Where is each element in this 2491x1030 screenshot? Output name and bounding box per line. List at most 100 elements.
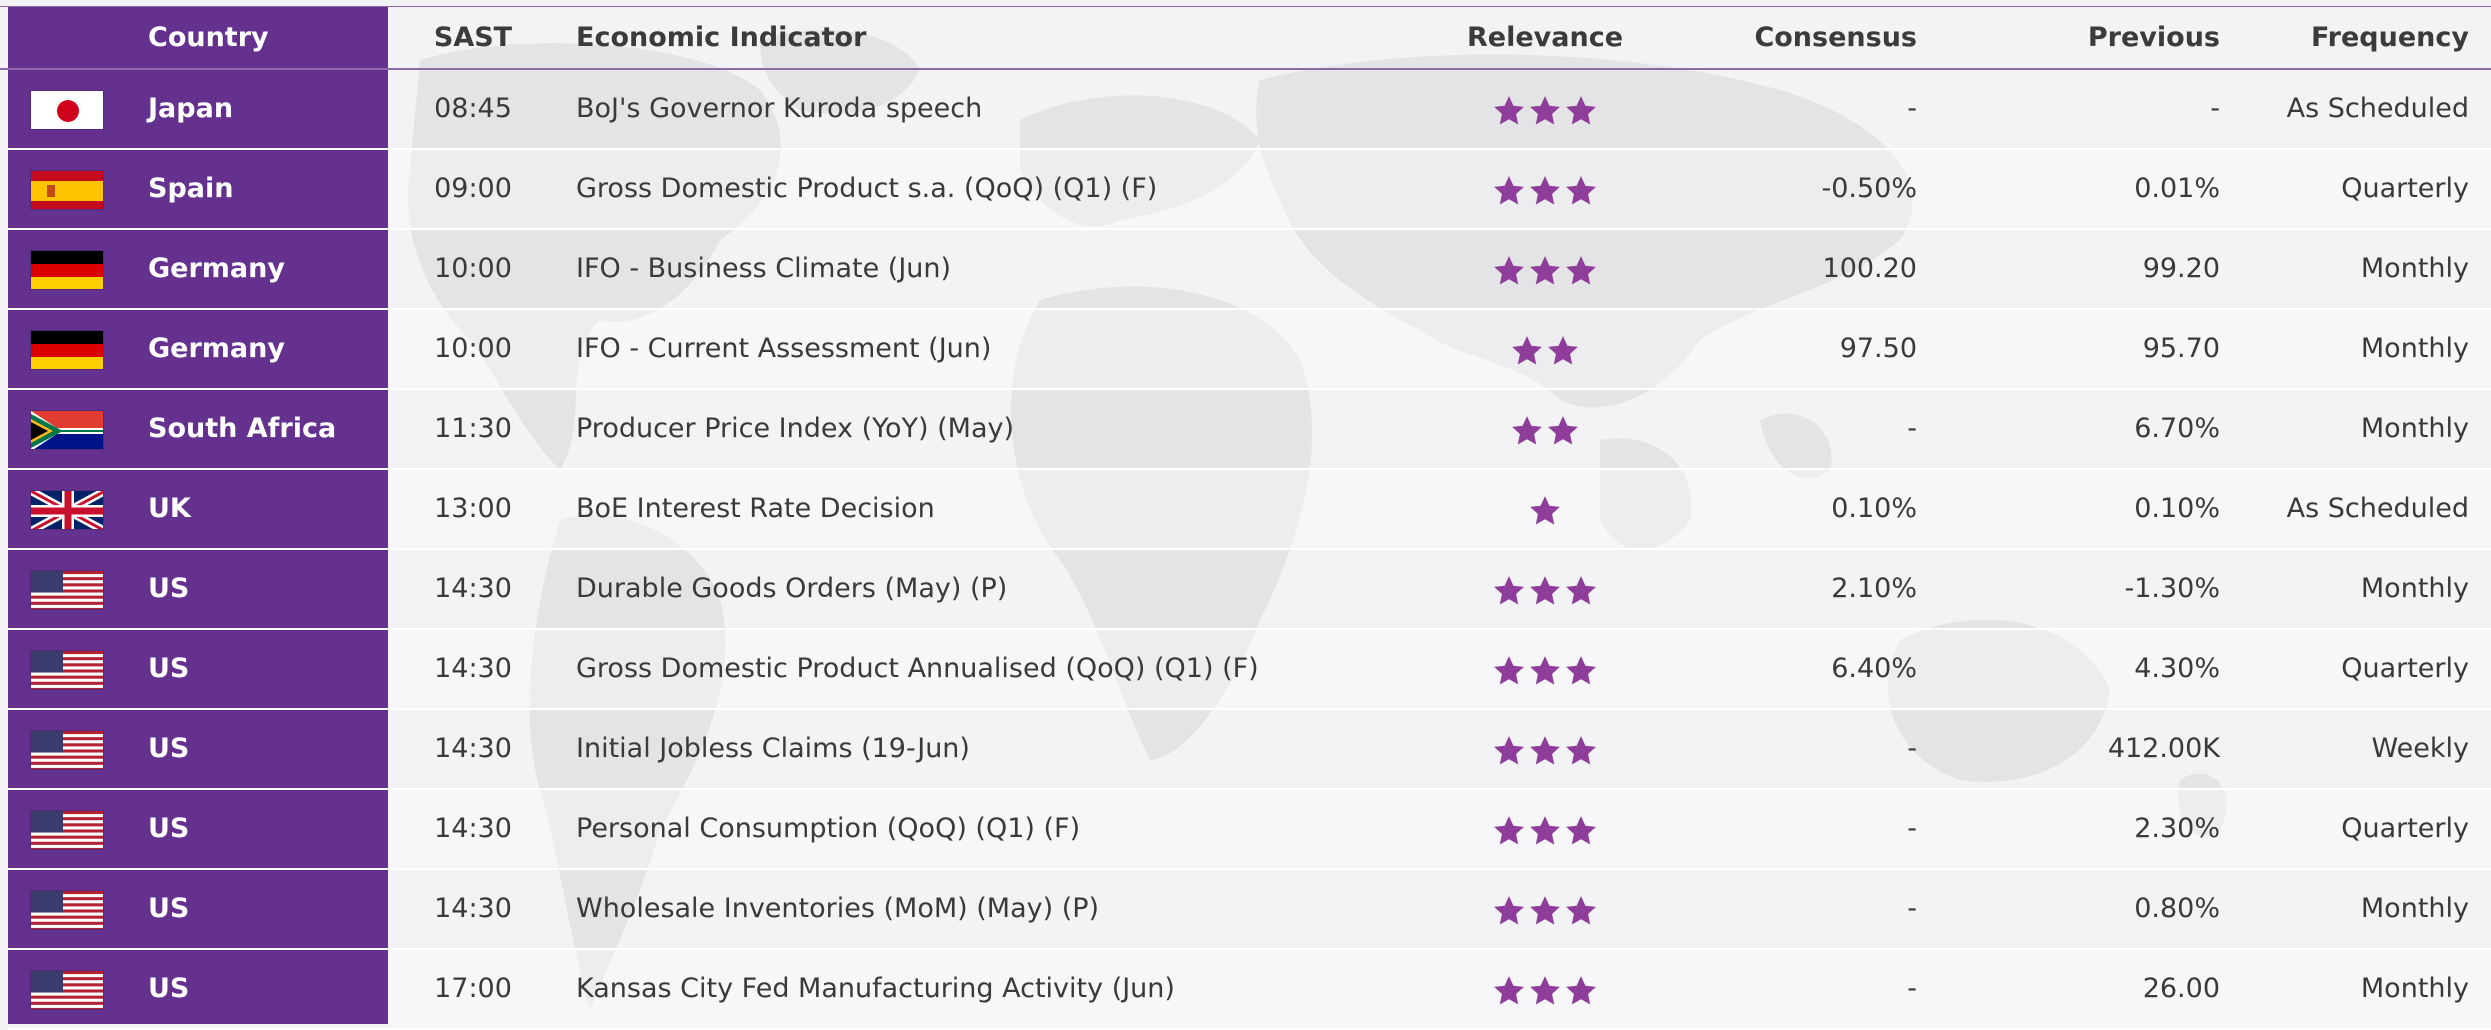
star-icon — [1530, 736, 1560, 765]
frequency-value: Monthly — [2360, 333, 2469, 364]
star-icon — [1566, 256, 1596, 285]
economic-indicator: Kansas City Fed Manufacturing Activity (… — [576, 973, 1175, 1004]
us-flag-icon — [30, 730, 104, 770]
table-row[interactable]: US 14:30 Gross Domestic Product Annualised… — [0, 630, 2491, 710]
header-relevance: Relevance — [1466, 22, 1624, 53]
event-time: 10:00 — [434, 253, 512, 284]
event-time: 13:00 — [434, 493, 512, 524]
event-time: 14:30 — [434, 893, 512, 924]
star-icon — [1530, 816, 1560, 845]
star-icon — [1530, 896, 1560, 925]
table-header: Country SAST Economic Indicator Relevanc… — [0, 6, 2491, 70]
relevance-stars — [1440, 974, 1650, 1008]
star-icon — [1512, 416, 1542, 445]
country-name: South Africa — [148, 413, 337, 444]
relevance-stars — [1440, 654, 1650, 688]
event-time: 14:30 — [434, 573, 512, 604]
us-flag-icon — [30, 890, 104, 930]
star-icon — [1566, 656, 1596, 685]
table-row[interactable]: US 14:30 Durable Goods Orders (May) (P) 2.1… — [0, 550, 2491, 630]
frequency-value: Quarterly — [2341, 813, 2469, 844]
star-icon — [1530, 176, 1560, 205]
consensus-value: -0.50% — [1821, 173, 1917, 204]
country-name: Germany — [148, 253, 285, 284]
table-row[interactable]: UK 13:00 BoE Interest Rate Decision 0.10% 0.… — [0, 470, 2491, 550]
germany-flag-icon — [30, 330, 104, 370]
star-icon — [1494, 736, 1524, 765]
country-name: US — [148, 893, 190, 924]
star-icon — [1512, 336, 1542, 365]
relevance-stars — [1440, 494, 1650, 528]
star-icon — [1494, 816, 1524, 845]
country-name: UK — [148, 493, 191, 524]
consensus-value: 6.40% — [1831, 653, 1917, 684]
economic-indicator: Durable Goods Orders (May) (P) — [576, 573, 1008, 604]
previous-value: 2.30% — [2134, 813, 2220, 844]
frequency-value: Monthly — [2360, 973, 2469, 1004]
relevance-stars — [1440, 574, 1650, 608]
economic-indicator: IFO - Current Assessment (Jun) — [576, 333, 992, 364]
star-icon — [1566, 816, 1596, 845]
germany-flag-icon — [30, 250, 104, 290]
star-icon — [1494, 976, 1524, 1005]
country-name: US — [148, 573, 190, 604]
consensus-value: - — [1907, 893, 1917, 924]
star-icon — [1548, 336, 1578, 365]
previous-value: 0.80% — [2134, 893, 2220, 924]
star-icon — [1530, 96, 1560, 125]
previous-value: - — [2210, 93, 2220, 124]
frequency-value: As Scheduled — [2286, 93, 2469, 124]
header-consensus: Consensus — [1754, 22, 1917, 53]
us-flag-icon — [30, 810, 104, 850]
table-row[interactable]: South Africa 11:30 Producer Price Index (Y… — [0, 390, 2491, 470]
frequency-value: Weekly — [2371, 733, 2469, 764]
star-icon — [1494, 576, 1524, 605]
table-row[interactable]: Germany 10:00 IFO - Business Climate (Jun)… — [0, 230, 2491, 310]
consensus-value: - — [1907, 413, 1917, 444]
header-time: SAST — [433, 22, 513, 53]
consensus-value: 97.50 — [1839, 333, 1917, 364]
header-previous: Previous — [2087, 22, 2220, 53]
table-row[interactable]: Japan 08:45 BoJ's Governor Kuroda speech - -… — [0, 70, 2491, 150]
star-icon — [1566, 176, 1596, 205]
economic-indicator: Initial Jobless Claims (19-Jun) — [576, 733, 970, 764]
previous-value: 26.00 — [2142, 973, 2220, 1004]
consensus-value: 2.10% — [1831, 573, 1917, 604]
table-row[interactable]: Germany 10:00 IFO - Current Assessment (Ju… — [0, 310, 2491, 390]
star-icon — [1494, 176, 1524, 205]
consensus-value: 100.20 — [1822, 253, 1917, 284]
star-icon — [1494, 896, 1524, 925]
country-name: US — [148, 973, 190, 1004]
table-row[interactable]: US 14:30 Wholesale Inventories (MoM) (May)… — [0, 870, 2491, 950]
star-icon — [1566, 896, 1596, 925]
south-africa-flag-icon — [30, 410, 104, 450]
star-icon — [1530, 576, 1560, 605]
previous-value: 99.20 — [2142, 253, 2220, 284]
economic-indicator: Wholesale Inventories (MoM) (May) (P) — [576, 893, 1100, 924]
us-flag-icon — [30, 970, 104, 1010]
economic-indicator: IFO - Business Climate (Jun) — [576, 253, 952, 284]
frequency-value: Monthly — [2360, 573, 2469, 604]
header-country: Country — [148, 22, 269, 53]
relevance-stars — [1440, 814, 1650, 848]
relevance-stars — [1440, 254, 1650, 288]
table-row[interactable]: US 14:30 Personal Consumption (QoQ) (Q1) (… — [0, 790, 2491, 870]
table-row[interactable]: US 17:00 Kansas City Fed Manufacturing Act… — [0, 950, 2491, 1030]
country-name: US — [148, 653, 190, 684]
country-name: US — [148, 813, 190, 844]
frequency-value: As Scheduled — [2286, 493, 2469, 524]
star-icon — [1566, 976, 1596, 1005]
event-time: 09:00 — [434, 173, 512, 204]
table-row[interactable]: US 14:30 Initial Jobless Claims (19-Jun) - 4… — [0, 710, 2491, 790]
event-time: 17:00 — [434, 973, 512, 1004]
event-time: 08:45 — [434, 93, 512, 124]
previous-value: 95.70 — [2142, 333, 2220, 364]
economic-indicator: BoE Interest Rate Decision — [576, 493, 935, 524]
relevance-stars — [1440, 94, 1650, 128]
event-time: 14:30 — [434, 813, 512, 844]
star-icon — [1530, 656, 1560, 685]
table-row[interactable]: Spain 09:00 Gross Domestic Product s.a. (Q… — [0, 150, 2491, 230]
previous-value: 412.00K — [2107, 733, 2220, 764]
consensus-value: - — [1907, 973, 1917, 1004]
consensus-value: - — [1907, 813, 1917, 844]
